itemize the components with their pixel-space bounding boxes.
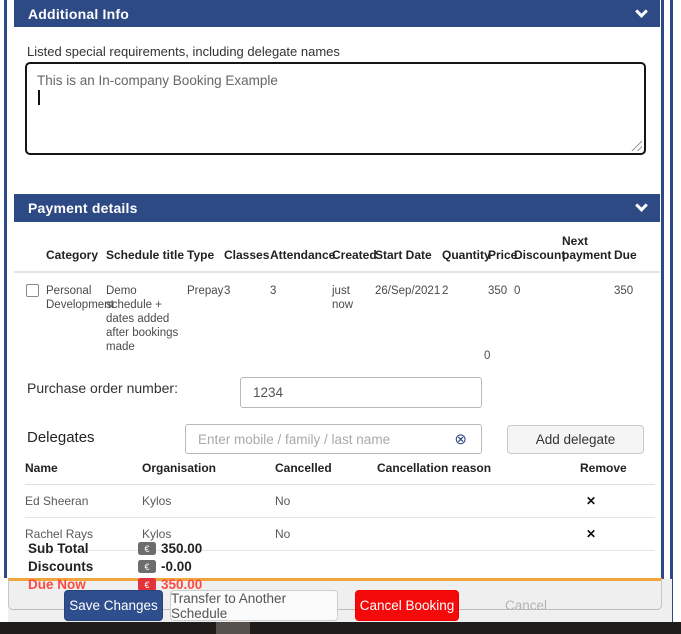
payment-details-header[interactable]: Payment details <box>14 194 660 222</box>
cell-cancellation-reason <box>377 485 553 518</box>
col-remove: Remove <box>553 457 655 485</box>
cell-schedule-title: Demo schedule + dates added after bookin… <box>106 272 187 354</box>
discounts-row: Discounts € -0.00 <box>28 558 202 575</box>
payment-table-row: Personal Development Demo schedule + dat… <box>14 272 660 354</box>
cell-price: 350 <box>488 272 514 354</box>
delegate-search-placeholder: Enter mobile / family / last name <box>198 432 390 447</box>
subtotal-row: Sub Total € 350.00 <box>28 540 202 557</box>
col-cancellation-reason: Cancellation reason <box>377 457 553 485</box>
cell-attendance: 3 <box>270 272 332 354</box>
col-category: Category <box>46 234 106 272</box>
payment-table-header-row: Category Schedule title Type Classes Att… <box>14 234 660 272</box>
booking-dialog: Additional Info Listed special requireme… <box>0 0 681 634</box>
remove-delegate-icon[interactable]: ✕ <box>553 494 655 508</box>
select-column-header <box>14 234 46 272</box>
cell-due: 350 <box>614 272 660 354</box>
additional-info-title: Additional Info <box>28 6 129 22</box>
cell-start-date: 26/Sep/2021 <box>375 272 442 354</box>
col-name: Name <box>25 457 142 485</box>
euro-badge-icon: € <box>138 560 156 573</box>
row-checkbox[interactable] <box>26 284 39 297</box>
payment-details-title: Payment details <box>28 200 138 216</box>
cell-category: Personal Development <box>46 272 106 354</box>
modal-right-border <box>661 0 664 622</box>
col-organisation: Organisation <box>142 457 275 485</box>
cancel-booking-button[interactable]: Cancel Booking <box>355 590 459 621</box>
subtotal-label: Sub Total <box>28 541 138 556</box>
delegates-table: Name Organisation Cancelled Cancellation… <box>25 457 655 551</box>
horizontal-scrollbar[interactable] <box>0 622 681 634</box>
payment-table: Category Schedule title Type Classes Att… <box>14 234 660 354</box>
cell-type: Prepay <box>187 272 224 354</box>
chevron-down-icon[interactable] <box>635 5 648 18</box>
cell-discount: 0 <box>514 272 562 354</box>
cancel-button[interactable]: Cancel <box>483 590 569 621</box>
subtotal-value: 350.00 <box>161 541 202 556</box>
col-due: Due <box>614 234 660 272</box>
modal-left-border <box>4 0 7 578</box>
col-next-payment: Next payment <box>562 234 614 272</box>
col-price: Price <box>488 234 514 272</box>
delegates-header-row: Name Organisation Cancelled Cancellation… <box>25 457 655 485</box>
cell-cancelled: No <box>275 485 377 518</box>
delegates-label: Delegates <box>27 429 95 446</box>
cell-classes: 3 <box>224 272 270 354</box>
cell-created: just now <box>332 272 375 354</box>
requirements-textarea[interactable]: This is an In-company Booking Example <box>25 62 646 155</box>
col-start-date: Start Date <box>375 234 442 272</box>
col-type: Type <box>187 234 224 272</box>
euro-badge-icon: € <box>138 542 156 555</box>
save-changes-button[interactable]: Save Changes <box>64 590 163 621</box>
delegate-search-input[interactable]: Enter mobile / family / last name ⊗ <box>185 424 482 454</box>
totals-block: Sub Total € 350.00 Discounts € -0.00 Due… <box>28 540 202 594</box>
add-delegate-button[interactable]: Add delegate <box>507 425 644 454</box>
requirements-text: This is an In-company Booking Example <box>37 72 634 89</box>
scrollbar-thumb[interactable] <box>216 622 250 634</box>
col-quantity: Quantity <box>442 234 488 272</box>
cell-cancellation-reason <box>377 518 553 551</box>
requirements-label: Listed special requirements, including d… <box>27 44 340 59</box>
purchase-order-label: Purchase order number: <box>27 380 178 396</box>
delegate-row: Ed Sheeran Kylos No ✕ <box>25 485 655 518</box>
purchase-order-input[interactable]: 1234 <box>240 377 482 408</box>
cell-cancelled: No <box>275 518 377 551</box>
col-created: Created <box>332 234 375 272</box>
additional-info-header[interactable]: Additional Info <box>14 0 660 27</box>
resize-handle-icon[interactable] <box>631 140 642 151</box>
clear-search-icon[interactable]: ⊗ <box>454 430 467 448</box>
cell-next-payment <box>562 272 614 354</box>
cell-name: Ed Sheeran <box>25 485 142 518</box>
discounts-label: Discounts <box>28 559 138 574</box>
chevron-down-icon[interactable] <box>635 199 648 212</box>
col-discount: Discount <box>514 234 562 272</box>
remove-delegate-icon[interactable]: ✕ <box>553 527 655 541</box>
col-attendance: Attendance <box>270 234 332 272</box>
discounts-value: -0.00 <box>161 559 192 574</box>
cell-quantity: 2 <box>442 272 488 354</box>
window-right-border <box>670 0 673 622</box>
purchase-order-value: 1234 <box>253 385 283 400</box>
discount-total: 0 <box>484 350 490 362</box>
text-cursor <box>38 90 40 105</box>
col-classes: Classes <box>224 234 270 272</box>
col-cancelled: Cancelled <box>275 457 377 485</box>
cell-organisation: Kylos <box>142 485 275 518</box>
col-schedule-title: Schedule title <box>106 234 187 272</box>
transfer-schedule-button[interactable]: Transfer to Another Schedule <box>170 590 338 621</box>
